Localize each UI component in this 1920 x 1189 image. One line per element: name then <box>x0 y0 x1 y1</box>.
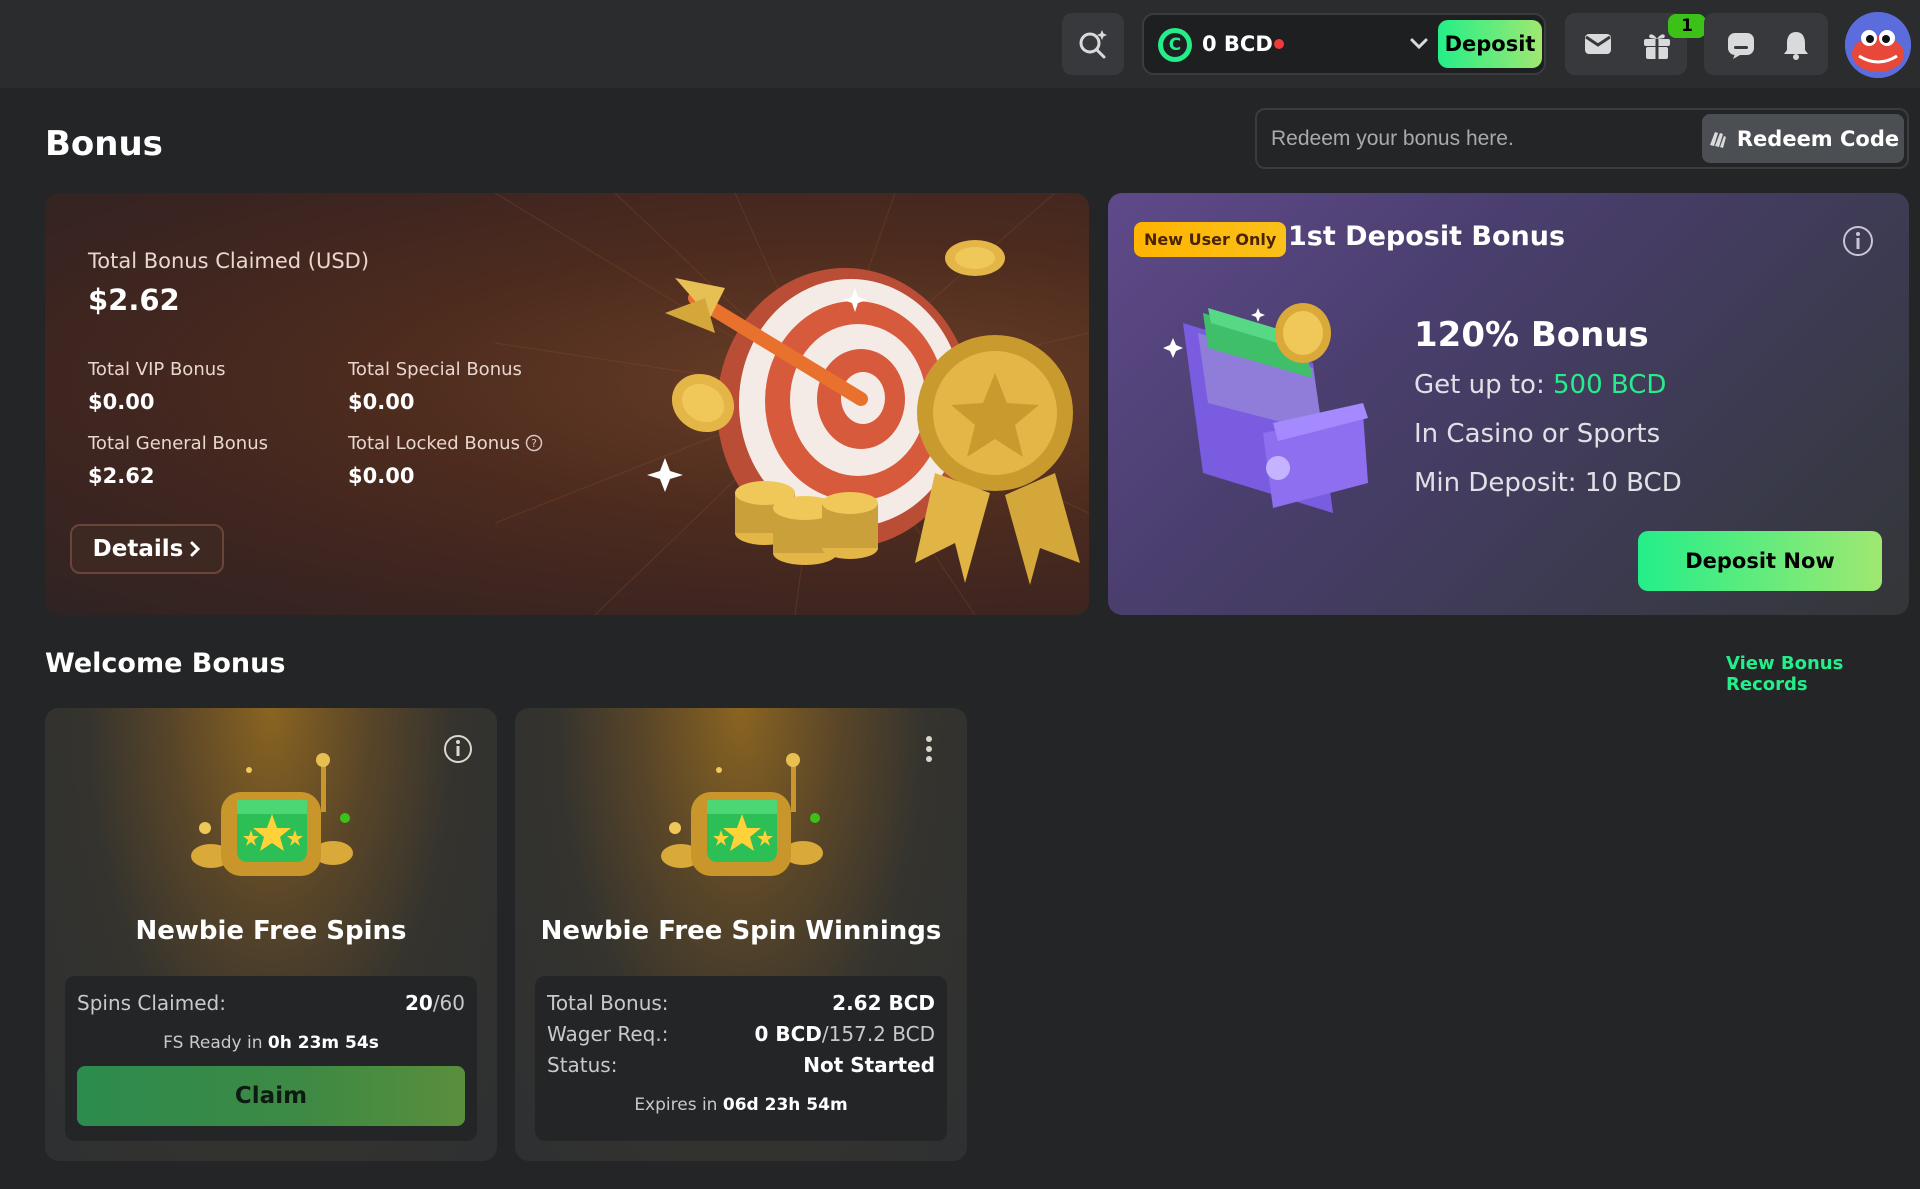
help-icon[interactable]: ? <box>525 434 543 452</box>
chat-icon[interactable] <box>1726 30 1756 60</box>
wager-total: /157.2 BCD <box>821 1022 935 1046</box>
get-up-to-label: Get up to: <box>1414 370 1545 400</box>
chevron-down-icon[interactable] <box>1408 29 1430 59</box>
search-button[interactable] <box>1062 13 1124 75</box>
fs-ready-timer: 0h 23m 54s <box>267 1033 379 1053</box>
page-title: Bonus <box>45 124 163 164</box>
card-title: Newbie Free Spins <box>135 916 407 946</box>
first-deposit-bonus-card: New User Only 1st Deposit Bonus 120% Bon… <box>1108 193 1909 615</box>
spins-claimed-row: Spins Claimed: 20/60 <box>77 991 465 1015</box>
wallet-selector[interactable]: C 0 BCD Deposit <box>1142 13 1546 75</box>
spins-panel: Spins Claimed: 20/60 FS Ready in 0h 23m … <box>65 976 477 1141</box>
more-vertical-icon[interactable] <box>923 733 935 765</box>
chat-notification-group <box>1704 13 1828 75</box>
newbie-free-spins-card: Newbie Free Spins Spins Claimed: 20/60 F… <box>45 708 497 1161</box>
bonus-where: In Casino or Sports <box>1414 419 1661 449</box>
claim-button[interactable]: Claim <box>77 1066 465 1126</box>
notification-dot <box>1274 39 1284 49</box>
details-label: Details <box>92 536 184 562</box>
locked-bonus-value: $0.00 <box>348 464 415 488</box>
total-bonus-value: $2.62 <box>88 283 180 317</box>
wallet-balance: 0 BCD <box>1202 32 1273 56</box>
wager-label: Wager Req.: <box>547 1022 669 1046</box>
wallet-illustration <box>1163 303 1368 513</box>
details-button[interactable]: Details <box>70 524 224 574</box>
redeem-code-label: Redeem Code <box>1736 126 1900 151</box>
bell-icon[interactable] <box>1782 29 1810 61</box>
ticket-icon <box>1709 131 1726 148</box>
wager-value: 0 BCD/157.2 BCD <box>755 1022 936 1046</box>
spins-claimed-value: 20/60 <box>405 991 465 1015</box>
mail-icon[interactable] <box>1583 30 1613 58</box>
deposit-button[interactable]: Deposit <box>1438 20 1542 68</box>
wager-current: 0 BCD <box>754 1022 822 1046</box>
slot-machine-icon <box>661 753 823 876</box>
top-bar: C 0 BCD Deposit 1 <box>0 0 1920 88</box>
redeem-code-button[interactable]: Redeem Code <box>1702 114 1904 163</box>
special-bonus-label: Total Special Bonus <box>348 359 522 380</box>
vip-bonus-label: Total VIP Bonus <box>88 359 226 380</box>
total-bonus-value: 2.62 BCD <box>832 991 935 1015</box>
get-up-to-value: 500 BCD <box>1552 370 1667 400</box>
new-user-badge: New User Only <box>1134 222 1287 257</box>
newbie-free-spin-winnings-card: Newbie Free Spin Winnings Total Bonus: 2… <box>515 708 967 1161</box>
info-icon[interactable] <box>442 733 474 765</box>
info-icon[interactable] <box>1841 224 1875 258</box>
view-bonus-records-link[interactable]: View Bonus Records <box>1726 653 1920 695</box>
general-bonus-value: $2.62 <box>88 464 155 488</box>
spins-claimed-count: 20 <box>404 991 433 1015</box>
redeem-input[interactable] <box>1271 120 1691 158</box>
gift-count-badge: 1 <box>1668 14 1706 38</box>
get-up-to-line: Get up to: 500 BCD <box>1414 370 1666 400</box>
bonus-percent: 120% Bonus <box>1414 315 1649 355</box>
expires-label: Expires in <box>634 1095 718 1115</box>
special-bonus-value: $0.00 <box>348 390 415 414</box>
status-value: Not Started <box>803 1053 935 1077</box>
vip-bonus-value: $0.00 <box>88 390 155 414</box>
deposit-now-button[interactable]: Deposit Now <box>1638 531 1882 591</box>
card-title: Newbie Free Spin Winnings <box>540 916 942 946</box>
slot-machine-icon <box>191 753 353 876</box>
status-label: Status: <box>547 1053 618 1077</box>
deposit-bonus-title: 1st Deposit Bonus <box>1288 221 1566 252</box>
user-avatar[interactable] <box>1845 12 1911 78</box>
total-bonus-label: Total Bonus: <box>547 991 669 1015</box>
min-deposit: Min Deposit: 10 BCD <box>1414 468 1682 498</box>
status-row: Status: Not Started <box>547 1053 935 1077</box>
expires-text: Expires in 06d 23h 54m <box>535 1095 947 1115</box>
winnings-panel: Total Bonus: 2.62 BCD Wager Req.: 0 BCD/… <box>535 976 947 1141</box>
wager-row: Wager Req.: 0 BCD/157.2 BCD <box>547 1022 935 1046</box>
locked-bonus-label: Total Locked Bonus <box>348 433 520 454</box>
expires-timer: 06d 23h 54m <box>722 1095 848 1115</box>
search-icon <box>1079 30 1107 59</box>
total-bonus-row: Total Bonus: 2.62 BCD <box>547 991 935 1015</box>
target-medal-illustration <box>647 240 1080 585</box>
general-bonus-label: Total General Bonus <box>88 433 268 454</box>
bcd-coin-icon: C <box>1158 28 1192 62</box>
avatar-image <box>1845 12 1911 78</box>
redeem-box: Redeem Code <box>1255 108 1909 169</box>
bonus-summary-card: Total Bonus Claimed (USD) $2.62 Total VI… <box>45 193 1089 615</box>
chevron-right-icon <box>190 541 201 557</box>
spins-claimed-total: /60 <box>432 991 465 1015</box>
spins-claimed-label: Spins Claimed: <box>77 991 226 1015</box>
fs-ready-label: FS Ready in <box>163 1033 263 1053</box>
svg-text:?: ? <box>531 437 537 450</box>
welcome-bonus-title: Welcome Bonus <box>45 648 286 679</box>
fs-ready-text: FS Ready in 0h 23m 54s <box>65 1033 477 1053</box>
total-bonus-label: Total Bonus Claimed (USD) <box>88 249 370 273</box>
